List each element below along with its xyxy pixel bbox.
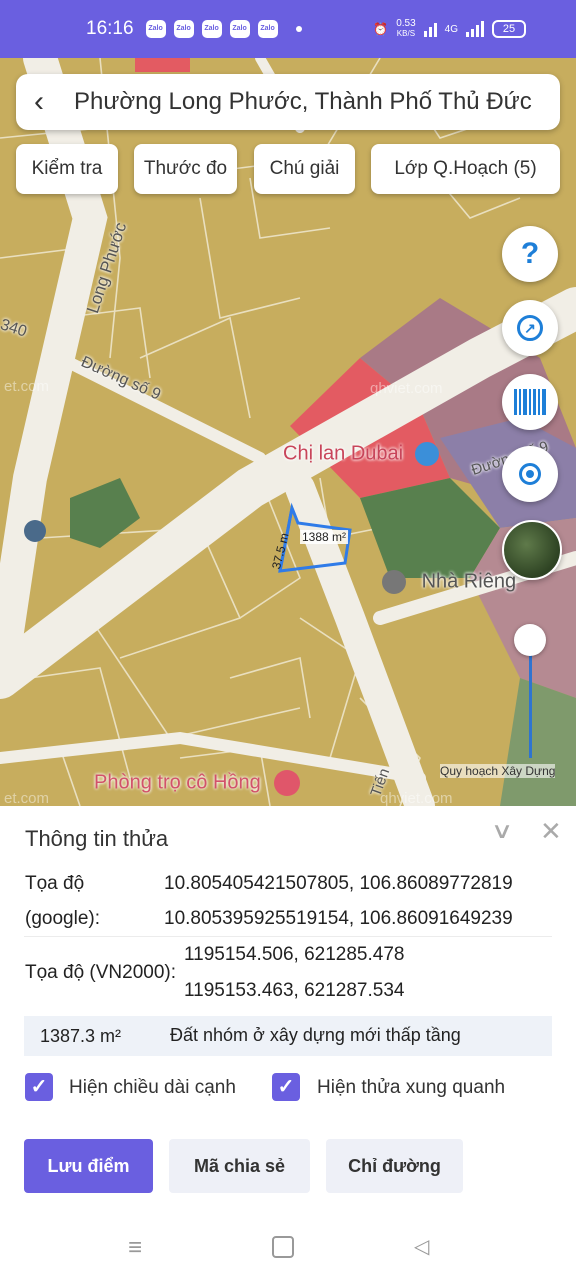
vn2000-coord-value: 1195153.463, 621287.534 — [184, 980, 405, 1001]
watermark: et.com — [4, 378, 50, 395]
land-use-row: 1387.3 m² Đất nhóm ở xây dựng mới thấp t… — [24, 1016, 552, 1056]
barcode-button[interactable] — [502, 374, 558, 430]
zalo-notification-icon: Zalo — [173, 20, 194, 38]
save-point-button[interactable]: Lưu điểm — [24, 1139, 153, 1193]
home-square-icon[interactable] — [272, 1236, 294, 1258]
net-speed-unit: KB/S — [396, 29, 416, 38]
overlay-label: Quy hoạch Xây Dựng — [440, 764, 556, 778]
measure-button[interactable]: Thước đo — [134, 144, 237, 194]
share-code-button[interactable]: Mã chia sẻ — [169, 1139, 310, 1193]
show-edge-length-checkbox[interactable]: ✓ — [25, 1073, 53, 1101]
divider — [24, 936, 552, 937]
google-coords-label: Tọa độ — [25, 873, 85, 894]
status-bar: 16:16 Zalo Zalo Zalo Zalo Zalo ⏰ 0.53 KB… — [0, 0, 576, 58]
zalo-notification-icon: Zalo — [201, 20, 222, 38]
overlay-opacity-slider-handle[interactable] — [514, 624, 546, 656]
question-icon: ? — [520, 237, 540, 270]
chevron-down-icon[interactable]: ∨ — [491, 818, 514, 844]
barcode-icon — [514, 389, 546, 415]
chevron-left-icon[interactable]: ‹ — [34, 85, 74, 119]
menu-icon[interactable]: ≡ — [128, 1234, 142, 1262]
alarm-icon: ⏰ — [373, 22, 389, 36]
watermark: et.com — [4, 790, 50, 806]
satellite-thumbnail-icon[interactable] — [502, 520, 562, 580]
compass-icon: ↗ — [517, 315, 543, 341]
legend-button[interactable]: Chú giải — [254, 144, 355, 194]
location-header[interactable]: ‹ Phường Long Phước, Thành Phố Thủ Đức — [16, 74, 560, 130]
home-pin-icon — [382, 570, 406, 594]
close-icon[interactable]: ✕ — [540, 816, 562, 847]
parcel-area: 1387.3 m² — [40, 1026, 122, 1046]
poi-name: Chị lan Dubai — [283, 442, 404, 465]
check-button[interactable]: Kiểm tra — [16, 144, 118, 194]
google-coord-value: 10.805405421507805, 106.86089772819 — [164, 873, 513, 894]
show-neighbors-checkbox[interactable]: ✓ — [272, 1073, 300, 1101]
location-title: Phường Long Phước, Thành Phố Thủ Đức — [74, 88, 532, 115]
bus-stop-icon[interactable] — [24, 520, 46, 542]
network-type: 4G — [444, 23, 458, 35]
battery-icon: 25 — [492, 20, 526, 38]
watermark: qhviet.com — [380, 790, 453, 806]
net-speed: 0.53 KB/S — [396, 19, 415, 39]
poi-name: Nhà Riêng — [421, 570, 517, 593]
compass-button[interactable]: ↗ — [502, 300, 558, 356]
planning-layers-button[interactable]: Lớp Q.Hoạch (5) — [371, 144, 560, 194]
land-use-type: Đất nhóm ở xây dựng mới thấp tầng — [170, 1025, 461, 1045]
net-speed-value: 0.53 — [396, 18, 416, 29]
vn2000-coord-value: 1195154.506, 621285.478 — [184, 944, 405, 965]
google-coords-label-2: (google): — [25, 908, 100, 929]
zalo-notification-icon: Zalo — [229, 20, 250, 38]
directions-button[interactable]: Chỉ đường — [326, 1139, 463, 1193]
zalo-notification-icon: Zalo — [145, 20, 166, 38]
zalo-notification-icon: Zalo — [257, 20, 278, 38]
more-notifications-dot — [295, 26, 302, 32]
google-coord-value: 10.805395925519154, 106.86091649239 — [164, 908, 513, 929]
hotel-icon — [274, 770, 301, 796]
status-time: 16:16 — [86, 18, 134, 39]
overlay-opacity-slider-track[interactable] — [529, 640, 532, 758]
panel-title: Thông tin thửa — [25, 826, 169, 851]
back-triangle-icon[interactable]: ◁ — [414, 1234, 429, 1259]
poi-label[interactable]: Nhà Riêng — [382, 570, 516, 594]
wifi-signal-icon — [423, 21, 437, 37]
show-edge-length-label[interactable]: Hiện chiều dài cạnh — [69, 1077, 236, 1099]
store-icon — [414, 442, 439, 466]
vn2000-coords-label: Tọa độ (VN2000): — [25, 962, 177, 983]
system-nav-bar: ≡ ◁ — [0, 1216, 576, 1280]
poi-name: Phòng trọ cô Hồng — [94, 771, 261, 794]
cell-signal-icon — [466, 21, 484, 37]
crosshair-icon — [519, 463, 541, 485]
poi-label[interactable]: Phòng trọ cô Hồng — [94, 770, 301, 796]
parcel-info-panel: Thông tin thửa ∨ ✕ Tọa độ (google): 10.8… — [0, 806, 576, 1280]
locate-button[interactable] — [502, 446, 558, 502]
commercial-zone-top — [135, 58, 190, 72]
help-button[interactable]: ? — [502, 226, 558, 282]
plot-area-label: 1388 m² — [300, 530, 349, 544]
poi-label[interactable]: Chị lan Dubai — [283, 442, 439, 466]
show-neighbors-label[interactable]: Hiện thửa xung quanh — [317, 1077, 505, 1099]
watermark: qhviet.com — [370, 380, 443, 397]
